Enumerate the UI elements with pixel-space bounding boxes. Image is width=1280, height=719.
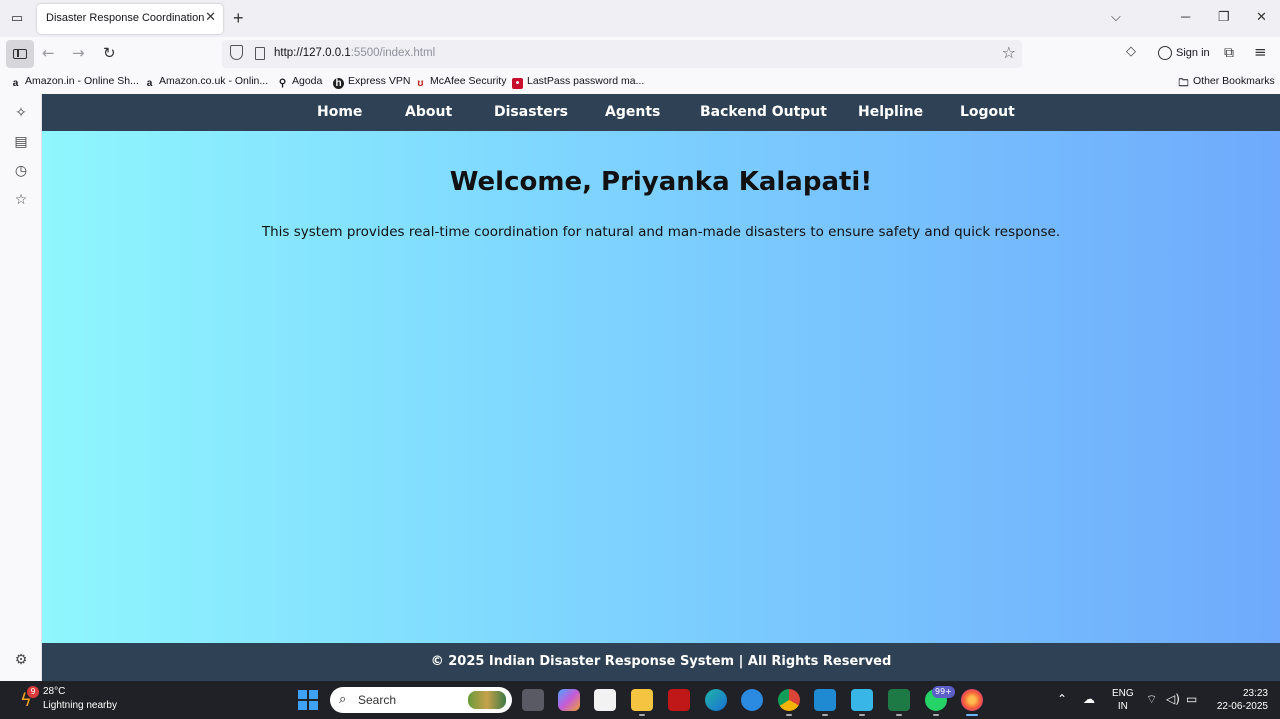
running-indicator bbox=[859, 714, 865, 716]
nav-logout[interactable]: Logout bbox=[960, 104, 1015, 120]
url-text[interactable]: http://127.0.0.1:5500/index.html bbox=[274, 47, 435, 59]
new-tab-icon[interactable]: + bbox=[233, 8, 244, 29]
ai-chat-icon[interactable]: ✧ bbox=[13, 105, 29, 121]
language-indicator[interactable]: ENG IN bbox=[1112, 687, 1134, 713]
sidebar-icon bbox=[13, 49, 27, 59]
lastpass-icon: • bbox=[512, 78, 523, 89]
restore-icon[interactable]: ❐ bbox=[1218, 9, 1230, 25]
amazon-icon: a bbox=[146, 78, 153, 89]
vscode-icon[interactable] bbox=[814, 689, 836, 711]
menu-icon[interactable]: ≡ bbox=[1254, 43, 1267, 61]
help-icon[interactable] bbox=[741, 689, 763, 711]
taskbar-search[interactable]: ⌕ Search bbox=[330, 687, 512, 713]
clock[interactable]: 23:23 22-06-2025 bbox=[1208, 687, 1268, 713]
nav-home[interactable]: Home bbox=[317, 104, 362, 120]
forward-icon[interactable]: → bbox=[72, 44, 85, 62]
running-indicator bbox=[639, 714, 645, 716]
settings-gear-icon[interactable]: ⚙ bbox=[13, 652, 29, 668]
pocket-icon[interactable]: ◇ bbox=[1126, 44, 1136, 59]
welcome-heading: Welcome, Priyanka Kalapati! bbox=[449, 167, 873, 197]
file-explorer-icon[interactable] bbox=[631, 689, 653, 711]
page-info-icon[interactable] bbox=[255, 47, 265, 60]
other-bookmarks[interactable]: 🗀 Other Bookmarks bbox=[1178, 75, 1275, 89]
close-icon[interactable]: ✕ bbox=[205, 10, 216, 25]
microsoft-store-icon[interactable] bbox=[594, 689, 616, 711]
bookmark-amazon-uk[interactable]: a Amazon.co.uk - Onlin... bbox=[144, 75, 268, 89]
browser-sidebar: ✧ ▤ ◷ ☆ ⚙ bbox=[0, 94, 42, 681]
hp-icon: h bbox=[333, 78, 344, 89]
active-indicator bbox=[966, 714, 978, 716]
browser-toolbar: ← → ↻ http://127.0.0.1:5500/index.html ☆… bbox=[0, 37, 1280, 71]
sign-in-button[interactable]: Sign in bbox=[1152, 39, 1214, 69]
weather-temperature[interactable]: 28°C bbox=[43, 686, 65, 697]
onedrive-icon[interactable]: ☁ bbox=[1083, 692, 1095, 706]
running-indicator bbox=[786, 714, 792, 716]
account-icon bbox=[1158, 46, 1172, 60]
tab-list-icon[interactable]: ▭ bbox=[8, 10, 26, 28]
site-footer: © 2025 Indian Disaster Response System |… bbox=[42, 643, 1280, 681]
folder-icon: 🗀 bbox=[1178, 78, 1189, 89]
minimize-icon[interactable]: ─ bbox=[1181, 9, 1190, 24]
reload-icon[interactable]: ↻ bbox=[103, 44, 116, 62]
history-icon[interactable]: ◷ bbox=[13, 163, 29, 179]
nav-disasters[interactable]: Disasters bbox=[494, 104, 568, 120]
extensions-icon[interactable]: ⧉ bbox=[1224, 45, 1234, 61]
nav-agents[interactable]: Agents bbox=[605, 104, 660, 120]
amazon-icon: a bbox=[12, 78, 19, 89]
search-icon: ⌕ bbox=[339, 692, 347, 707]
bookmarks-bar: a Amazon.in - Online Sh... a Amazon.co.uk … bbox=[0, 71, 1280, 94]
running-indicator bbox=[822, 714, 828, 716]
search-highlight-art bbox=[468, 691, 506, 709]
running-indicator bbox=[896, 714, 902, 716]
browser-tab[interactable]: Disaster Response Coordination System ✕ bbox=[37, 4, 223, 34]
site-navbar: Home About Disasters Agents Backend Outp… bbox=[42, 94, 1280, 131]
intro-text: This system provides real-time coordinat… bbox=[261, 224, 1061, 240]
tracking-shield-icon[interactable] bbox=[230, 45, 243, 60]
nav-backend-output[interactable]: Backend Output bbox=[700, 104, 827, 120]
window-close-icon[interactable]: ✕ bbox=[1256, 9, 1267, 25]
firefox-icon[interactable] bbox=[961, 689, 983, 711]
nav-about[interactable]: About bbox=[405, 104, 452, 120]
notepad-icon[interactable] bbox=[851, 689, 873, 711]
weather-badge: 9 bbox=[27, 686, 39, 698]
volume-icon[interactable]: ◁) bbox=[1166, 692, 1180, 706]
synced-tabs-icon[interactable]: ▤ bbox=[13, 134, 29, 150]
agoda-icon: ⚲ bbox=[278, 78, 287, 89]
url-bar[interactable]: http://127.0.0.1:5500/index.html ☆ bbox=[222, 40, 1022, 68]
bookmark-mcafee[interactable]: ʊ McAfee Security bbox=[415, 75, 506, 89]
bookmarks-star-icon[interactable]: ☆ bbox=[13, 192, 29, 208]
bookmark-star-icon[interactable]: ☆ bbox=[1002, 43, 1016, 62]
tab-bar: ▭ Disaster Response Coordination System … bbox=[0, 0, 1280, 37]
edge-icon[interactable] bbox=[705, 689, 727, 711]
back-icon[interactable]: ← bbox=[42, 44, 55, 62]
nav-helpline[interactable]: Helpline bbox=[858, 104, 923, 120]
mcafee-icon: ʊ bbox=[417, 78, 424, 89]
bookmark-amazon-in[interactable]: a Amazon.in - Online Sh... bbox=[10, 75, 139, 89]
windows-start-icon[interactable] bbox=[298, 690, 318, 710]
excel-icon[interactable] bbox=[888, 689, 910, 711]
mcafee-taskbar-icon[interactable] bbox=[668, 689, 690, 711]
tab-overflow-chevron-icon[interactable]: ⌵ bbox=[1111, 9, 1121, 25]
footer-text: © 2025 Indian Disaster Response System |… bbox=[430, 654, 892, 669]
taskbar: ϟ 9 28°C Lightning nearby ⌕ Search 99+ ⌃… bbox=[0, 681, 1280, 719]
wifi-icon[interactable]: ⌔ bbox=[1146, 692, 1157, 707]
bookmark-agoda[interactable]: ⚲ Agoda bbox=[277, 75, 323, 89]
chrome-icon[interactable] bbox=[778, 689, 800, 711]
whatsapp-badge: 99+ bbox=[932, 686, 955, 698]
battery-icon[interactable]: ▭ bbox=[1186, 692, 1197, 706]
bookmark-lastpass[interactable]: • LastPass password ma... bbox=[512, 75, 644, 89]
task-view-icon[interactable] bbox=[522, 689, 544, 711]
web-page: Home About Disasters Agents Backend Outp… bbox=[42, 94, 1280, 681]
bookmark-express-vpn[interactable]: h Express VPN bbox=[333, 75, 410, 89]
running-indicator bbox=[933, 714, 939, 716]
tab-title: Disaster Response Coordination System bbox=[46, 12, 204, 24]
copilot-icon[interactable] bbox=[558, 689, 580, 711]
tray-chevron-icon[interactable]: ⌃ bbox=[1057, 692, 1067, 706]
sidebar-toggle-button[interactable] bbox=[6, 40, 34, 68]
weather-description[interactable]: Lightning nearby bbox=[43, 700, 117, 711]
